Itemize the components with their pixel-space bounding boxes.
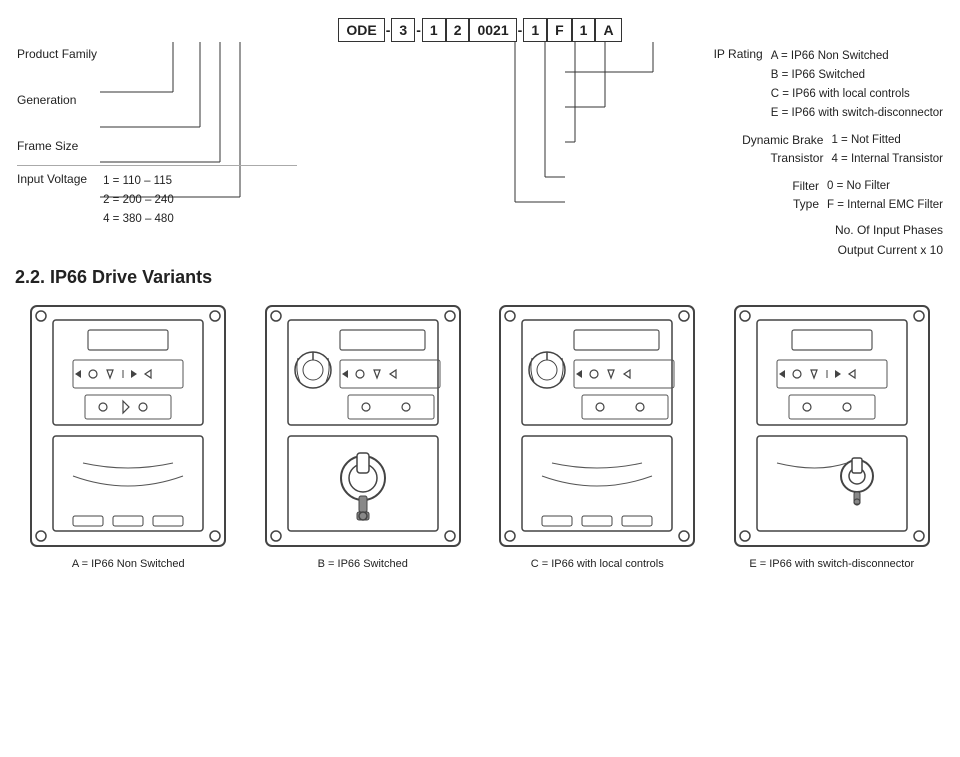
dynamic-brake-label: Dynamic BrakeTransistor [742,131,823,169]
section-heading: 2.2. IP66 Drive Variants [15,267,945,288]
section-title: 2.2. IP66 Drive Variants [15,267,945,288]
product-family-label: Product Family [17,47,97,61]
input-phases-row: No. Of Input Phases [513,223,943,237]
input-voltage-row: Input Voltage 1 = 110 – 115 2 = 200 – 24… [17,172,297,229]
output-current-label: Output Current x 10 [838,243,943,257]
input-voltage-values: 1 = 110 – 115 2 = 200 – 240 4 = 380 – 48… [103,172,174,229]
code-1a: 1 [422,18,446,42]
annotations-area: Product Family Generation Frame Size Inp… [15,42,945,257]
filter-type-label: FilterType [792,177,819,215]
generation-row: Generation [17,93,297,107]
ip-rating-label: IP Rating [714,47,763,123]
code-ode: ODE [338,18,384,42]
variant-a-drawing [23,298,233,553]
part-number-section: ODE - 3 - 1 2 0021 - 1 F 1 A [15,10,945,257]
variant-e-label: E = IP66 with switch-disconnector [749,558,914,570]
right-annotations: IP Rating A = IP66 Non Switched B = IP66… [513,47,943,257]
code-a: A [595,18,621,42]
code-0021: 0021 [469,18,516,42]
variant-b-drawing [258,298,468,553]
output-current-row: Output Current x 10 [513,243,943,257]
variant-e: E = IP66 with switch-disconnector [719,298,946,570]
part-number-code-row: ODE - 3 - 1 2 0021 - 1 F 1 A [15,10,945,42]
variant-e-drawing [727,298,937,553]
variant-b: B = IP66 Switched [250,298,477,570]
variants-section: A = IP66 Non Switched [15,298,945,570]
variant-c-drawing [492,298,702,553]
code-1b: 1 [523,18,547,42]
input-phases-label: No. Of Input Phases [835,223,943,237]
code-1c: 1 [572,18,596,42]
frame-size-row: Frame Size [17,139,297,153]
variant-b-label: B = IP66 Switched [318,558,408,570]
filter-type-row: FilterType 0 = No Filter F = Internal EM… [513,177,943,215]
dynamic-brake-row: Dynamic BrakeTransistor 1 = Not Fitted 4… [513,131,943,169]
variant-a: A = IP66 Non Switched [15,298,242,570]
code-f: F [547,18,572,42]
code-2: 2 [446,18,470,42]
variant-a-label: A = IP66 Non Switched [72,558,185,570]
filter-type-values: 0 = No Filter F = Internal EMC Filter [827,177,943,215]
generation-label: Generation [17,93,76,107]
input-voltage-label: Input Voltage [17,172,87,229]
left-annotations: Product Family Generation Frame Size Inp… [17,47,297,229]
variant-c: C = IP66 with local controls [484,298,711,570]
code-3: 3 [391,18,415,42]
frame-size-label: Frame Size [17,139,78,153]
variant-c-label: C = IP66 with local controls [531,558,664,570]
ip-rating-values: A = IP66 Non Switched B = IP66 Switched … [771,47,943,123]
ip-rating-row: IP Rating A = IP66 Non Switched B = IP66… [513,47,943,123]
product-family-row: Product Family [17,47,297,61]
dynamic-brake-values: 1 = Not Fitted 4 = Internal Transistor [831,131,943,169]
